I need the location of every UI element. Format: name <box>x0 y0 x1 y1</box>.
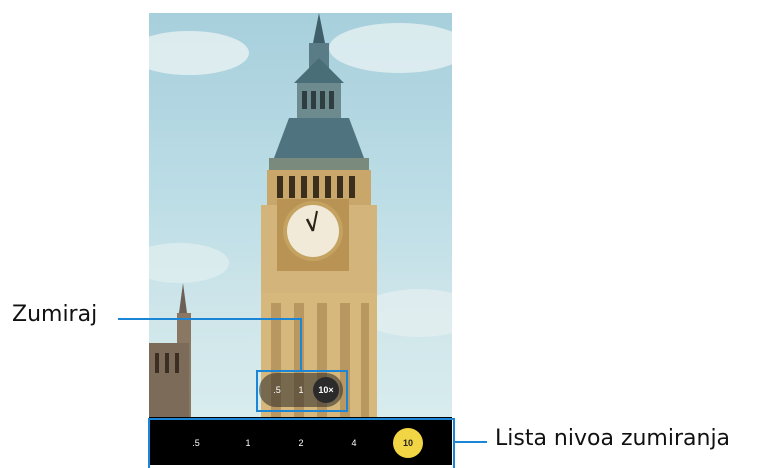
zoom-highlight-box <box>256 370 348 412</box>
zoom-list-callout-label: Lista nivoa zumiranja <box>495 426 731 451</box>
zoom-callout-label: Zumiraj <box>12 302 98 327</box>
zoom-callout-line-horizontal <box>118 318 302 320</box>
zoom-callout-line-vertical <box>300 318 302 371</box>
zoom-list-callout-line <box>455 441 487 443</box>
zoom-list-highlight-box <box>148 418 455 468</box>
